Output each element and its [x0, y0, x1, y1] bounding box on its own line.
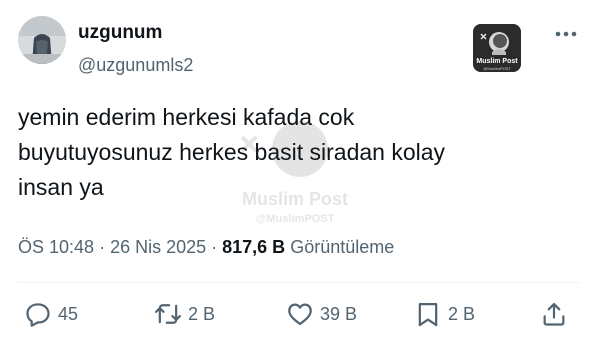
- avatar-image: [18, 16, 66, 64]
- badge-label: Muslim Post: [476, 58, 518, 65]
- muslim-post-badge: Muslim Post @MuslimPOST: [473, 24, 521, 72]
- meta-separator: ·: [94, 237, 111, 257]
- like-count: 39 B: [320, 303, 358, 324]
- reply-count: 45: [58, 303, 79, 324]
- avatar[interactable]: [18, 16, 66, 64]
- tweet-meta: ÖS 10:48 · 26 Nis 2025 · 817,6 B Görüntü…: [18, 237, 394, 258]
- watermark-sub-label: @MuslimPOST: [255, 213, 335, 225]
- heart-icon: [288, 303, 312, 326]
- like-button[interactable]: 39 B: [286, 300, 357, 328]
- reply-icon: [26, 303, 50, 327]
- tweet-line: yemin ederim herkesi kafada cok: [18, 104, 355, 130]
- retweet-button[interactable]: 2 B: [154, 300, 215, 328]
- tweet-line: buyutuyosunuz herkes basit siradan kolay: [18, 139, 446, 165]
- badge-sub-label: @MuslimPOST: [483, 66, 511, 71]
- views-label: Görüntüleme: [285, 237, 395, 257]
- share-button[interactable]: [540, 300, 568, 328]
- tweet-line: insan ya: [18, 174, 104, 200]
- bookmark-count: 2 B: [448, 303, 476, 324]
- divider: [18, 282, 579, 283]
- share-icon: [543, 302, 565, 326]
- tweet-date[interactable]: 26 Nis 2025: [110, 237, 206, 257]
- retweet-icon: [154, 304, 182, 324]
- more-options-button[interactable]: [552, 22, 580, 46]
- views-count: 817,6 B: [222, 237, 286, 257]
- bookmark-button[interactable]: 2 B: [414, 300, 475, 328]
- tweet-text: yemin ederim herkesi kafada cok buyutuyo…: [18, 100, 578, 205]
- bookmark-icon: [418, 302, 438, 327]
- user-handle[interactable]: @uzgunumls2: [78, 55, 193, 76]
- tweet-time[interactable]: ÖS 10:48: [18, 237, 94, 257]
- display-name[interactable]: uzgunum: [78, 22, 162, 44]
- retweet-count: 2 B: [188, 303, 216, 324]
- more-horizontal-icon: [555, 31, 577, 37]
- tweet-card: uzgunum @uzgunumls2 Muslim Post @MuslimP…: [0, 0, 597, 344]
- reply-button[interactable]: 45: [24, 300, 78, 328]
- meta-separator: ·: [206, 237, 223, 257]
